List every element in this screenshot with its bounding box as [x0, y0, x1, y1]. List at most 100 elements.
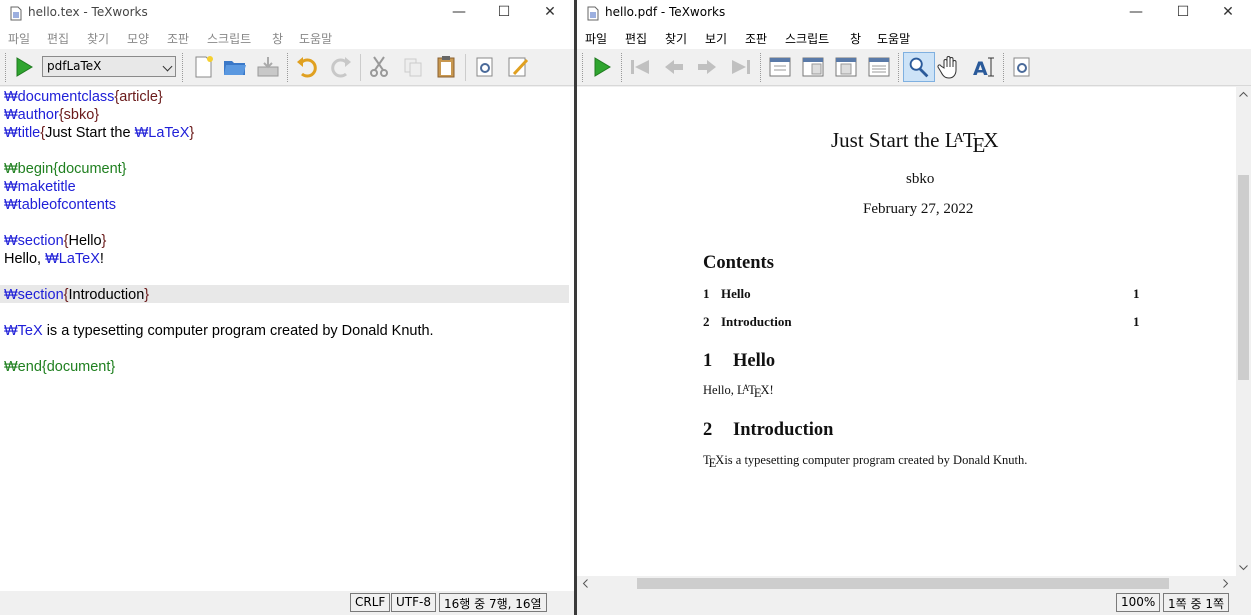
code-token: Hello, [4, 251, 46, 267]
toc-entry-page[interactable]: 1 [1133, 286, 1140, 302]
menu-bar: 파일 편집 찾기 보기 조판 스크립트 창 도움말 [577, 27, 1251, 49]
typeset-play-icon[interactable] [11, 54, 37, 80]
menu-help[interactable]: 도움말 [299, 30, 332, 47]
select-text-icon[interactable]: A [971, 54, 997, 80]
menu-window[interactable]: 창 [272, 30, 283, 47]
undo-icon[interactable] [294, 54, 320, 80]
menu-format[interactable]: 모양 [127, 30, 149, 47]
scroll-up-arrow-icon[interactable] [1239, 91, 1248, 97]
fit-width-icon[interactable] [800, 54, 826, 80]
code-token: } [101, 233, 107, 249]
menu-file[interactable]: 파일 [585, 30, 607, 47]
code-line[interactable]: ₩tableofcontents [4, 197, 116, 213]
code-line[interactable]: ₩maketitle [4, 179, 76, 195]
minimize-button[interactable]: — [436, 0, 482, 27]
last-page-icon[interactable] [728, 54, 754, 80]
section-title: Hello [733, 351, 776, 371]
toolbar-grip[interactable] [182, 53, 185, 82]
code-line[interactable]: ₩section{Introduction} [4, 287, 149, 303]
paste-icon[interactable] [433, 54, 459, 80]
code-token: ! [99, 251, 104, 267]
cursor-position[interactable]: 16행 중 7행, 16열 [439, 593, 547, 612]
copy-icon[interactable] [400, 54, 426, 80]
toolbar-grip[interactable] [760, 53, 763, 82]
code-line[interactable]: Hello, ₩LaTeX! [4, 251, 104, 267]
preferences-icon[interactable] [505, 54, 531, 80]
menu-help[interactable]: 도움말 [877, 30, 910, 47]
code-line[interactable]: ₩author{sbko} [4, 107, 99, 123]
menu-bar: 파일 편집 찾기 모양 조판 스크립트 창 도움말 [0, 27, 574, 49]
code-token: ₩title [4, 125, 41, 141]
horizontal-scroll-thumb[interactable] [637, 578, 1169, 589]
toc-entry-label[interactable]: Hello [721, 286, 751, 302]
code-line[interactable]: ₩begin{document} [4, 161, 127, 177]
toolbar-grip[interactable] [5, 53, 8, 82]
code-line[interactable]: ₩section{Hello} [4, 233, 106, 249]
code-line[interactable]: ₩TeX is a typesetting computer program c… [4, 323, 434, 339]
typeset-play-icon[interactable] [589, 54, 615, 80]
scroll-down-arrow-icon[interactable] [1239, 565, 1248, 571]
actual-size-icon[interactable] [767, 54, 793, 80]
engine-select[interactable]: pdfLaTeX [42, 56, 176, 77]
menu-search[interactable]: 찾기 [665, 30, 687, 47]
menu-view[interactable]: 보기 [705, 30, 727, 47]
magnify-tool-icon[interactable] [903, 52, 935, 82]
menu-typeset[interactable]: 조판 [745, 30, 767, 47]
toolbar-grip[interactable] [1003, 53, 1006, 82]
menu-typeset[interactable]: 조판 [167, 30, 189, 47]
goto-source-icon[interactable] [1009, 54, 1035, 80]
menu-edit[interactable]: 편집 [625, 30, 647, 47]
minimize-button[interactable]: — [1113, 0, 1159, 27]
save-icon[interactable] [255, 54, 281, 80]
code-token: ₩author [4, 107, 59, 123]
redo-icon[interactable] [328, 54, 354, 80]
toolbar-grip[interactable] [287, 53, 290, 82]
code-line[interactable]: ₩documentclass{article} [4, 89, 163, 105]
menu-file[interactable]: 파일 [8, 30, 30, 47]
code-line[interactable]: ₩title{Just Start the ₩LaTeX} [4, 125, 194, 141]
goto-pdf-icon[interactable] [472, 54, 498, 80]
section-number: 1 [703, 351, 713, 371]
fit-window-icon[interactable] [833, 54, 859, 80]
toolbar: pdfLaTeX [0, 49, 574, 86]
doc-title: Just Start the LATEX [831, 128, 999, 157]
hand-tool-icon[interactable] [937, 54, 963, 80]
toc-entry-label[interactable]: Introduction [721, 314, 792, 330]
horizontal-scrollbar[interactable] [577, 576, 1236, 591]
menu-scripts[interactable]: 스크립트 [207, 30, 251, 47]
menu-window[interactable]: 창 [850, 30, 861, 47]
toolbar-grip[interactable] [621, 53, 624, 82]
source-editor[interactable]: ₩documentclass{article} ₩author{sbko} ₩tit… [0, 87, 574, 591]
menu-search[interactable]: 찾기 [87, 30, 109, 47]
close-button[interactable]: ✕ [1205, 0, 1251, 27]
scroll-right-arrow-icon[interactable] [1223, 579, 1229, 588]
next-page-icon[interactable] [694, 54, 720, 80]
first-page-icon[interactable] [627, 54, 653, 80]
fit-content-icon[interactable] [866, 54, 892, 80]
window-title: hello.tex - TeXworks [28, 5, 148, 19]
vertical-scroll-thumb[interactable] [1238, 175, 1249, 380]
toc-entry-num[interactable]: 1 [703, 286, 710, 302]
code-line[interactable]: ₩end{document} [4, 359, 115, 375]
line-ending-indicator[interactable]: CRLF [350, 593, 391, 612]
menu-edit[interactable]: 편집 [47, 30, 69, 47]
zoom-level[interactable]: 100% [1116, 593, 1161, 612]
cut-icon[interactable] [366, 54, 392, 80]
toolbar-grip[interactable] [898, 53, 901, 82]
maximize-button[interactable]: ☐ [1160, 0, 1206, 27]
open-folder-icon[interactable] [222, 54, 248, 80]
maximize-button[interactable]: ☐ [481, 0, 527, 27]
vertical-scrollbar[interactable] [1236, 87, 1251, 576]
new-file-icon[interactable] [190, 54, 216, 80]
menu-scripts[interactable]: 스크립트 [785, 30, 829, 47]
page-indicator[interactable]: 1쪽 중 1쪽 [1163, 593, 1230, 612]
toolbar-grip[interactable] [582, 53, 585, 82]
encoding-indicator[interactable]: UTF-8 [391, 593, 436, 612]
status-bar: CRLF UTF-8 16행 중 7행, 16열 [0, 591, 574, 615]
toc-entry-num[interactable]: 2 [703, 314, 710, 330]
pdf-viewer[interactable]: Just Start the LATEX sbko February 27, 2… [577, 87, 1236, 576]
previous-page-icon[interactable] [661, 54, 687, 80]
close-button[interactable]: ✕ [527, 0, 573, 27]
toc-entry-page[interactable]: 1 [1133, 314, 1140, 330]
scroll-left-arrow-icon[interactable] [582, 579, 588, 588]
